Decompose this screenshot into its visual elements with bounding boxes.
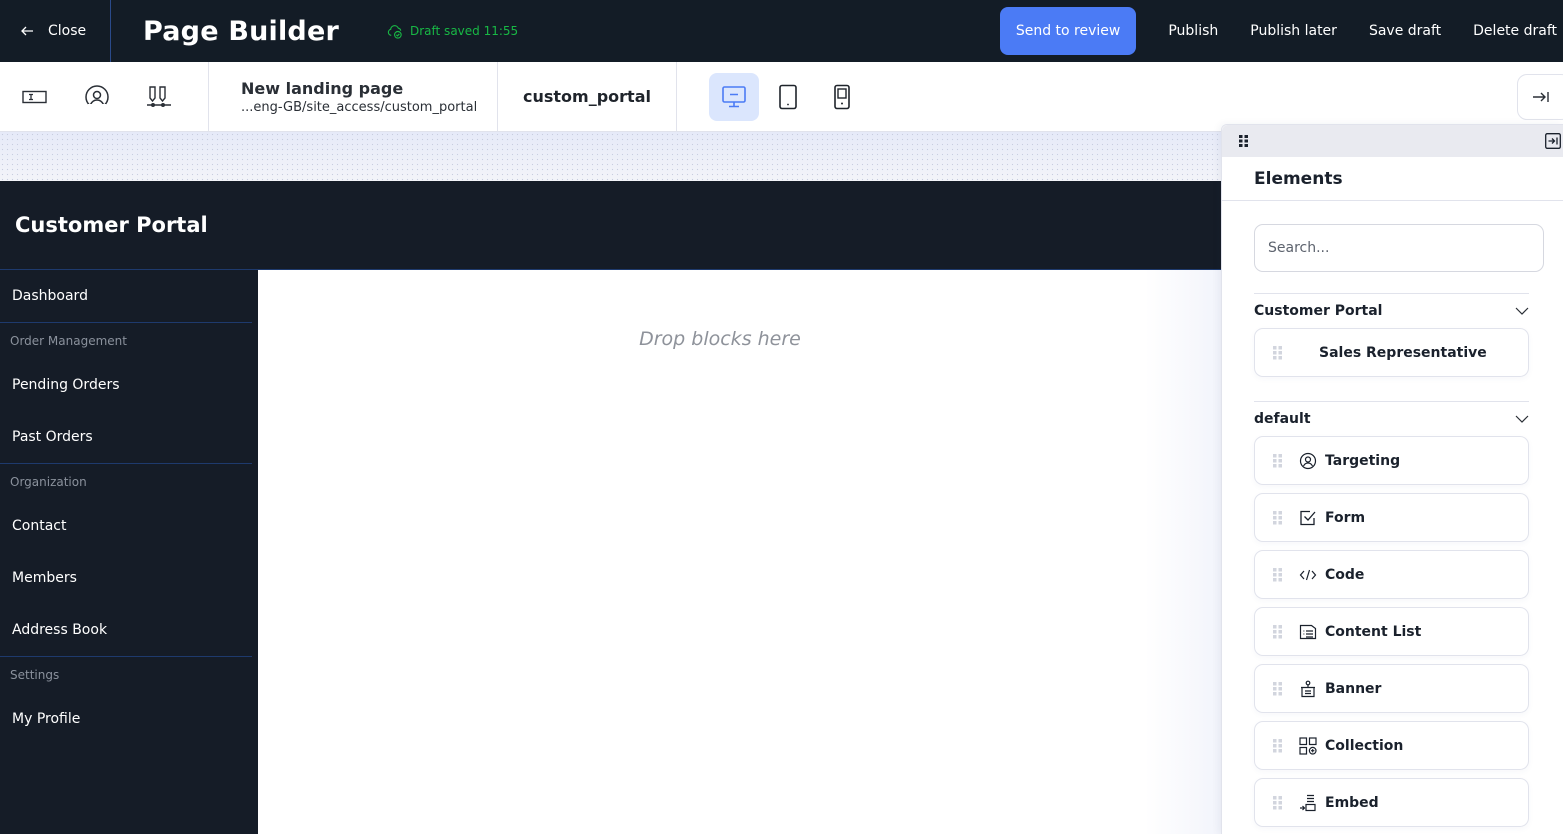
draft-status-text: Draft saved 11:55 (410, 24, 519, 38)
nav-section-settings: Settings My Profile (0, 656, 252, 745)
site-access-selector[interactable]: custom_portal (498, 61, 677, 132)
publish-later-button[interactable]: Publish later (1234, 7, 1353, 55)
nav-item-pending-orders[interactable]: Pending Orders (0, 359, 252, 411)
grip-icon[interactable] (1273, 510, 1283, 525)
nav-section-label: Organization (10, 475, 87, 489)
element-item-banner[interactable]: Banner (1254, 664, 1529, 713)
nav-item-past-orders[interactable]: Past Orders (0, 411, 252, 463)
element-item-form[interactable]: Form (1254, 493, 1529, 542)
element-item-sales-representative[interactable]: Sales Representative (1254, 328, 1529, 377)
grip-icon[interactable] (1273, 453, 1283, 468)
nav-item-my-profile[interactable]: My Profile (0, 693, 252, 745)
canvas-margin (0, 132, 1222, 181)
group-header[interactable]: default (1254, 401, 1529, 436)
app-title: Page Builder (143, 15, 339, 47)
save-draft-button[interactable]: Save draft (1353, 7, 1457, 55)
group-header[interactable]: Customer Portal (1254, 293, 1529, 328)
targeting-icon (1299, 452, 1317, 470)
portal-header: Customer Portal (0, 181, 1222, 270)
portal-title: Customer Portal (15, 213, 208, 237)
top-actions: Send to review Publish Publish later Sav… (999, 0, 1563, 62)
element-label: Sales Representative (1319, 344, 1487, 361)
element-label: Code (1325, 566, 1365, 583)
grip-icon[interactable] (1273, 624, 1283, 639)
top-bar: Close Page Builder Draft saved 11:55 Sen… (0, 0, 1563, 62)
collapse-panel-icon[interactable] (1545, 133, 1561, 149)
cloud-check-icon (387, 23, 404, 40)
group-customer-portal: Customer Portal Sales Representative (1254, 293, 1529, 377)
embed-icon (1299, 794, 1317, 812)
grip-icon[interactable] (1273, 567, 1283, 582)
element-item-targeting[interactable]: Targeting (1254, 436, 1529, 485)
mobile-icon (834, 84, 850, 109)
chevron-down-icon[interactable] (1515, 415, 1529, 423)
desktop-view-button[interactable] (709, 72, 759, 121)
publish-button[interactable]: Publish (1152, 7, 1234, 55)
group-default: default Targeting Form Code Content List (1254, 401, 1529, 827)
nav-section-order-management: Order Management Pending Orders Past Ord… (0, 322, 252, 463)
panel-header (1222, 125, 1563, 157)
element-item-collection[interactable]: Collection (1254, 721, 1529, 770)
arrow-left-icon (20, 24, 34, 38)
mobile-view-button[interactable] (817, 73, 867, 121)
sub-toolbar: New landing page ...eng-GB/site_access/c… (0, 61, 1563, 132)
nav-item-members[interactable]: Members (0, 552, 252, 604)
drop-zone-hint: Drop blocks here (639, 328, 801, 350)
drop-zone[interactable]: Drop blocks here (258, 270, 1222, 834)
form-icon (1299, 509, 1317, 527)
timeline-icon[interactable] (146, 77, 208, 117)
banner-icon (1299, 680, 1317, 698)
draft-status: Draft saved 11:55 (387, 23, 518, 40)
elements-panel: Elements Customer Portal Sales Represent… (1221, 124, 1563, 834)
elements-search-input[interactable] (1254, 224, 1544, 272)
element-label: Content List (1325, 623, 1422, 640)
tablet-icon (779, 84, 797, 109)
desktop-icon (722, 85, 746, 107)
grip-icon[interactable] (1273, 681, 1283, 696)
nav-section-label: Order Management (10, 334, 127, 348)
element-item-embed[interactable]: Embed (1254, 778, 1529, 827)
group-label: default (1254, 411, 1311, 427)
drag-handle-icon[interactable] (1239, 135, 1249, 147)
content-list-icon (1299, 623, 1317, 641)
targeting-icon[interactable] (84, 77, 146, 117)
close-button[interactable]: Close (0, 0, 111, 62)
nav-item-address-book[interactable]: Address Book (0, 604, 252, 656)
nav-section-label: Settings (10, 668, 60, 682)
tablet-view-button[interactable] (763, 73, 813, 121)
tool-icons (0, 61, 209, 132)
collection-icon (1299, 736, 1317, 755)
group-label: Customer Portal (1254, 303, 1383, 319)
grip-icon[interactable] (1273, 345, 1283, 360)
send-to-review-button[interactable]: Send to review (999, 7, 1137, 55)
element-label: Collection (1325, 737, 1404, 754)
toggle-panel-button[interactable] (1517, 74, 1563, 120)
element-item-content-list[interactable]: Content List (1254, 607, 1529, 656)
nav-item-dashboard[interactable]: Dashboard (0, 270, 258, 322)
text-field-icon[interactable] (22, 77, 84, 117)
element-label: Form (1325, 509, 1366, 526)
arrow-to-right-icon (1533, 92, 1549, 102)
element-label: Banner (1325, 680, 1382, 697)
nav-section-organization: Organization Contact Members Address Boo… (0, 463, 252, 656)
element-label: Embed (1325, 794, 1379, 811)
delete-draft-button[interactable]: Delete draft (1457, 7, 1563, 55)
element-label: Targeting (1325, 452, 1401, 469)
chevron-down-icon[interactable] (1515, 307, 1529, 315)
panel-title: Elements (1222, 157, 1563, 201)
close-label: Close (48, 23, 87, 39)
device-switcher (709, 72, 867, 121)
grip-icon[interactable] (1273, 795, 1283, 810)
page-canvas: Customer Portal Dashboard Order Manageme… (0, 132, 1222, 834)
page-path: ...eng-GB/site_access/custom_portal (241, 99, 478, 115)
element-item-code[interactable]: Code (1254, 550, 1529, 599)
grip-icon[interactable] (1273, 738, 1283, 753)
portal-sidebar: Dashboard Order Management Pending Order… (0, 270, 258, 834)
nav-item-contact[interactable]: Contact (0, 500, 252, 552)
code-icon (1299, 566, 1317, 584)
page-info: New landing page ...eng-GB/site_access/c… (209, 61, 498, 132)
page-name: New landing page (241, 78, 404, 98)
